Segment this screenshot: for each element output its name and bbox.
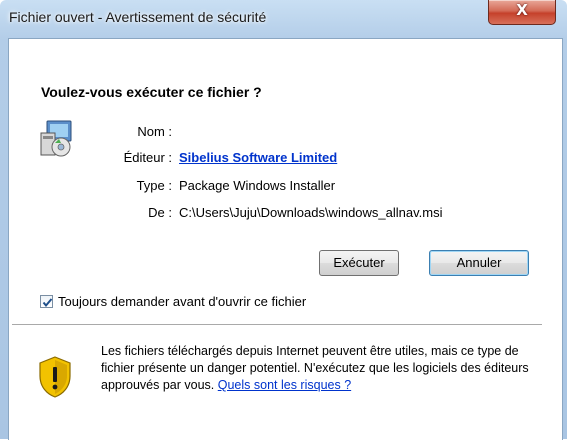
installer-package-icon: [40, 120, 72, 157]
always-ask-checkbox[interactable]: [40, 295, 53, 308]
section-divider-highlight: [12, 325, 542, 326]
run-button[interactable]: Exécuter: [319, 250, 399, 276]
checkmark-icon: [42, 298, 53, 308]
close-button[interactable]: X: [488, 0, 556, 25]
dialog-question: Voulez-vous exécuter ce fichier ?: [41, 84, 262, 100]
risks-link[interactable]: Quels sont les risques ?: [218, 378, 351, 392]
close-icon: X: [516, 1, 528, 19]
security-warning-window: Fichier ouvert - Avertissement de sécuri…: [0, 0, 567, 440]
from-value: C:\Users\Juju\Downloads\windows_allnav.m…: [179, 205, 443, 220]
warning-shield-icon: [39, 356, 71, 398]
publisher-link[interactable]: Sibelius Software Limited: [179, 150, 337, 165]
title-bar[interactable]: Fichier ouvert - Avertissement de sécuri…: [0, 0, 567, 38]
type-value: Package Windows Installer: [179, 178, 336, 193]
type-label: Type :: [136, 178, 172, 193]
publisher-label: Éditeur :: [123, 150, 172, 165]
window-title: Fichier ouvert - Avertissement de sécuri…: [9, 9, 267, 25]
security-warning-text: Les fichiers téléchargés depuis Internet…: [101, 343, 546, 394]
name-label: Nom :: [137, 124, 172, 139]
always-ask-label[interactable]: Toujours demander avant d'ouvrir ce fich…: [58, 294, 306, 309]
cancel-button[interactable]: Annuler: [429, 250, 529, 276]
from-label: De :: [148, 205, 172, 220]
